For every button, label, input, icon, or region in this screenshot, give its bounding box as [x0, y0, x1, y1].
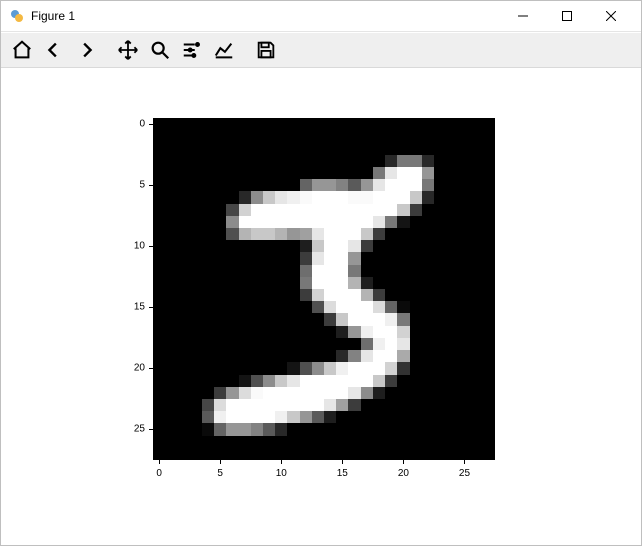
y-tick-label: 10 — [115, 241, 145, 252]
figure-window: Figure 1 0 5 10 15 20 25 0 5 10 15 20 25 — [0, 0, 642, 546]
app-icon — [9, 8, 25, 24]
maximize-button[interactable] — [545, 2, 589, 30]
heatmap-image — [153, 118, 495, 460]
window-title: Figure 1 — [31, 9, 501, 23]
minimize-button[interactable] — [501, 2, 545, 30]
save-button[interactable] — [251, 35, 281, 65]
y-tick-label: 5 — [115, 180, 145, 191]
x-tick-label: 5 — [208, 468, 232, 479]
pan-button[interactable] — [113, 35, 143, 65]
x-tick-label: 0 — [147, 468, 171, 479]
y-tick-label: 20 — [115, 363, 145, 374]
titlebar: Figure 1 — [1, 1, 641, 32]
x-tick-label: 10 — [269, 468, 293, 479]
x-tick-label: 15 — [330, 468, 354, 479]
axes-button[interactable] — [209, 35, 239, 65]
y-tick-label: 0 — [115, 119, 145, 130]
mpl-toolbar — [1, 32, 641, 68]
close-button[interactable] — [589, 2, 633, 30]
back-button[interactable] — [39, 35, 69, 65]
figure-canvas[interactable]: 0 5 10 15 20 25 0 5 10 15 20 25 — [1, 68, 641, 545]
forward-button[interactable] — [71, 35, 101, 65]
x-tick-label: 25 — [452, 468, 476, 479]
y-tick-label: 15 — [115, 302, 145, 313]
window-controls — [501, 2, 633, 30]
axes: 0510152025 0510152025 — [153, 118, 495, 460]
home-button[interactable] — [7, 35, 37, 65]
subplots-button[interactable] — [177, 35, 207, 65]
y-tick-label: 25 — [115, 424, 145, 435]
x-tick-label: 20 — [391, 468, 415, 479]
zoom-button[interactable] — [145, 35, 175, 65]
